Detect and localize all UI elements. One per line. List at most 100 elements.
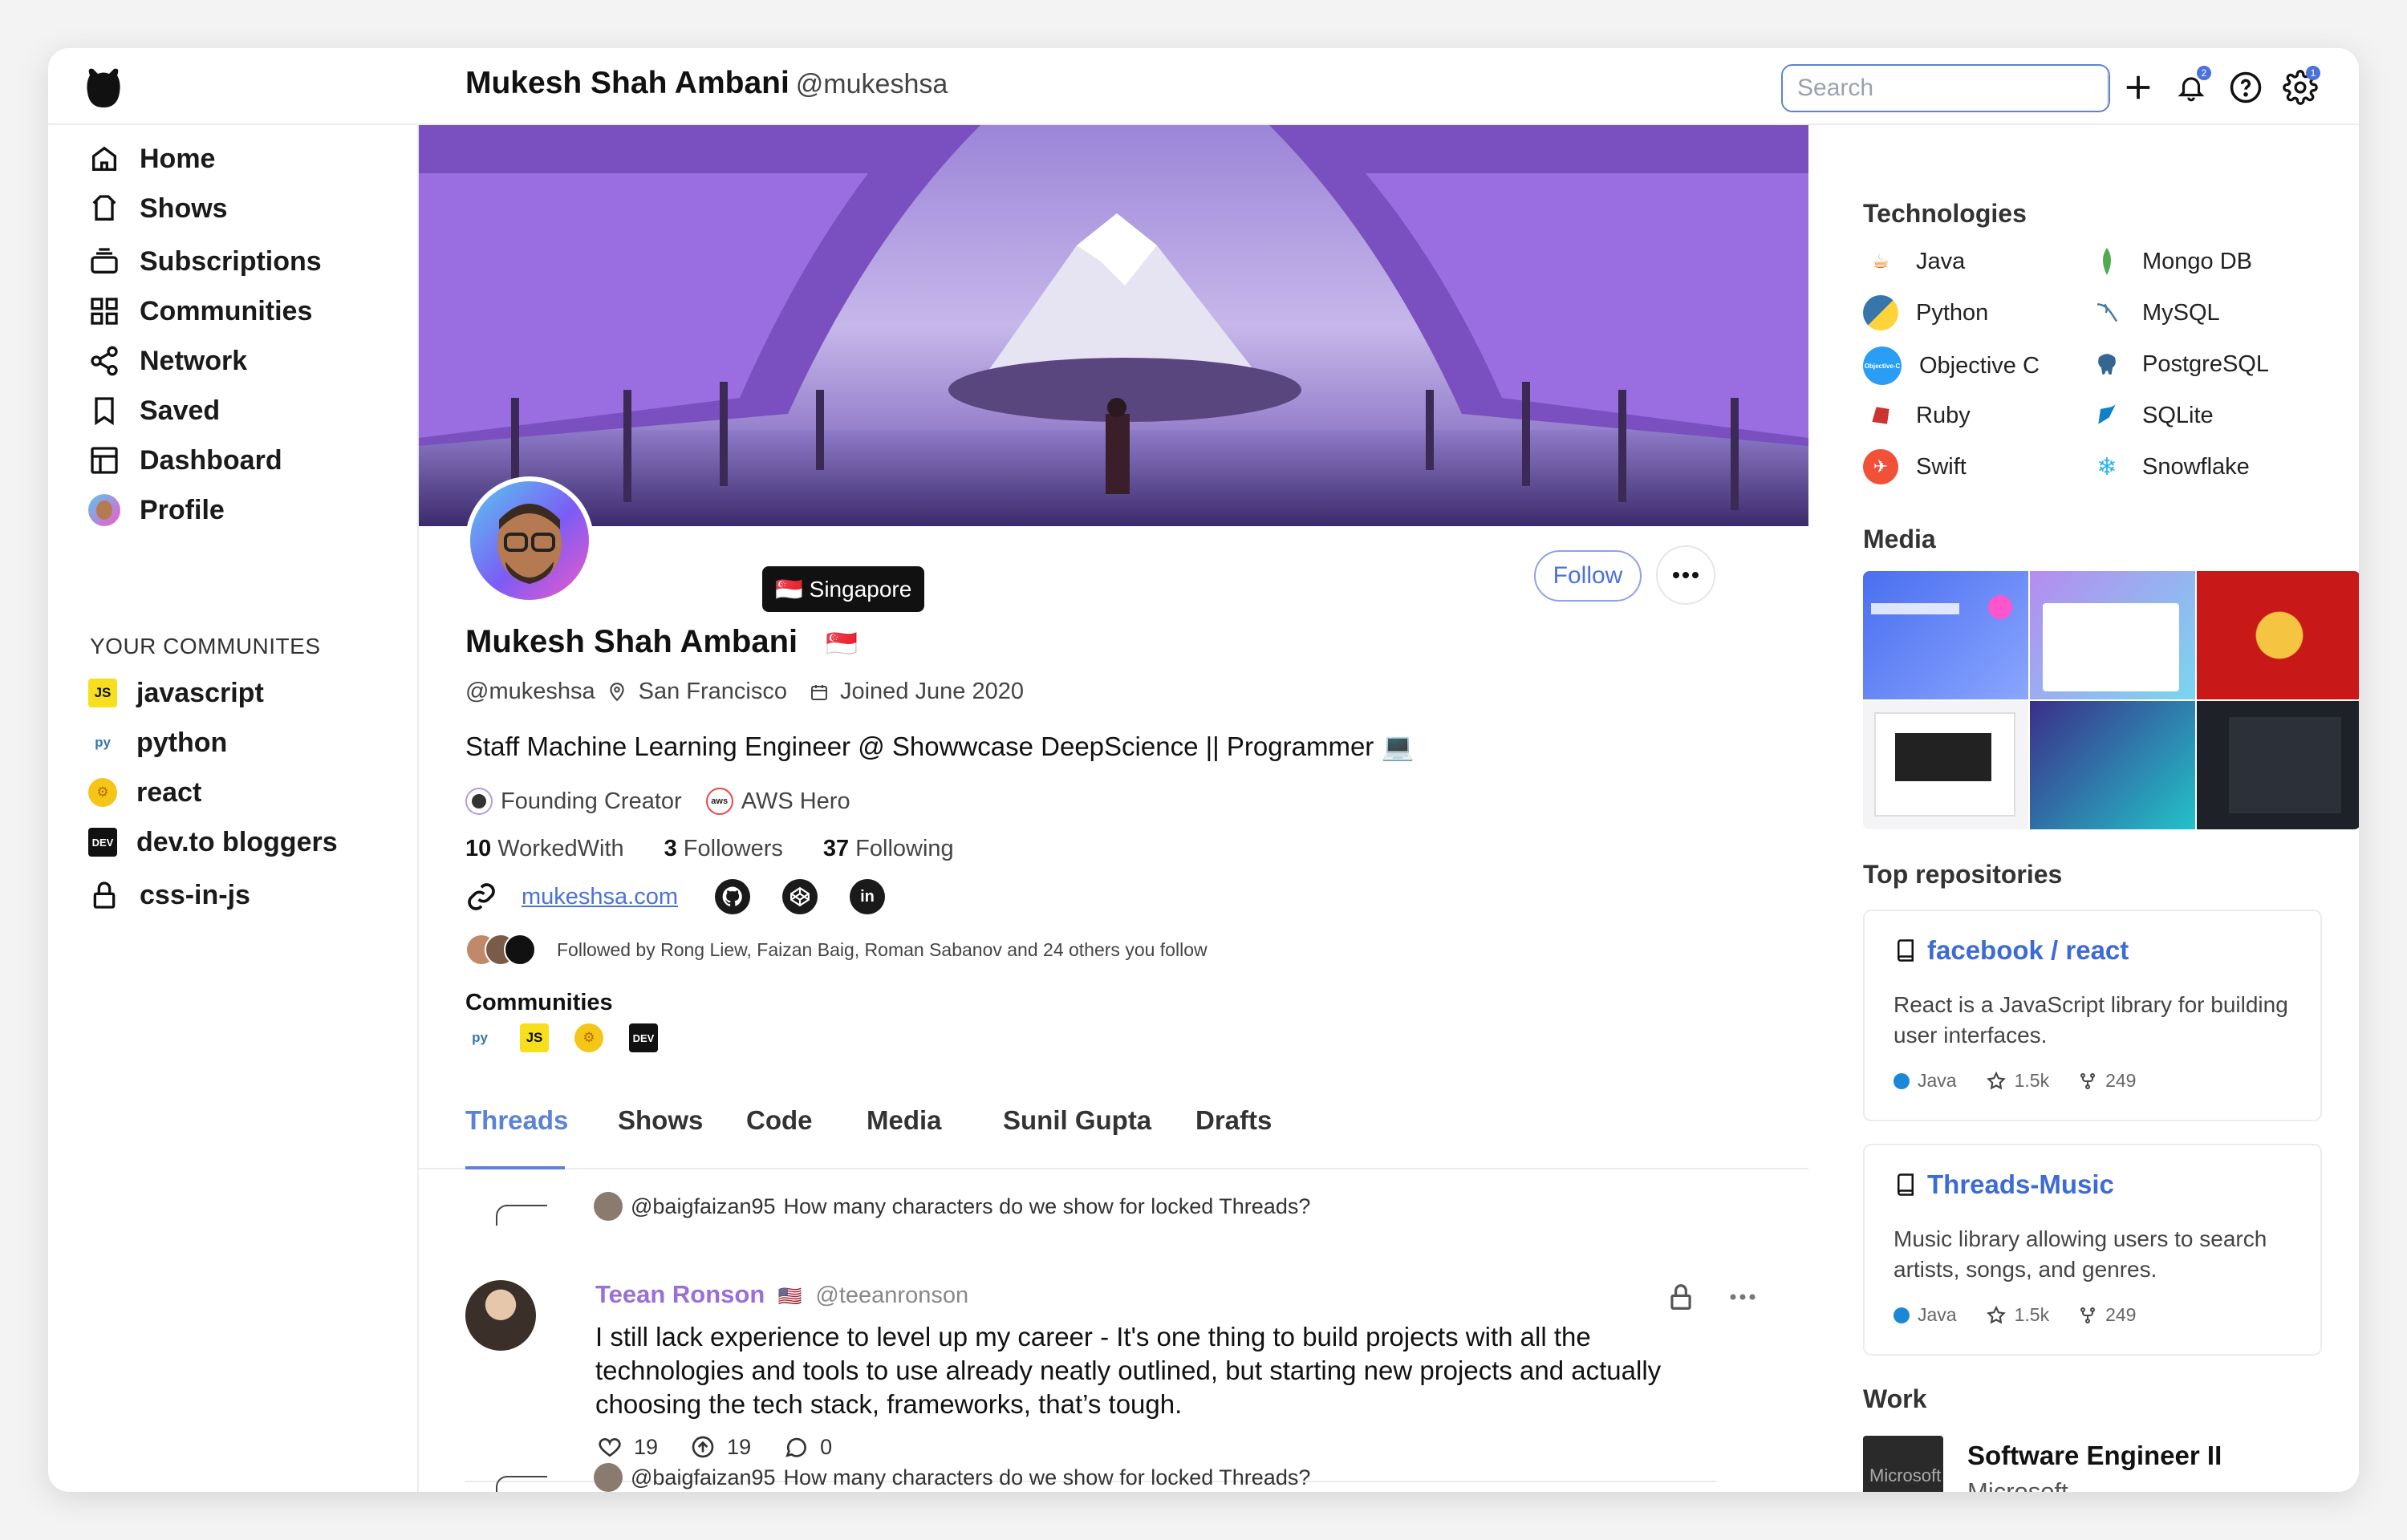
thread-actions: 19 19 0 <box>597 1434 832 1460</box>
repo-title[interactable]: facebook / react <box>1894 935 2129 966</box>
follow-button[interactable]: Follow <box>1534 550 1642 602</box>
comment-button[interactable]: 0 <box>783 1434 832 1460</box>
search-button[interactable] <box>2107 66 2109 111</box>
lock-icon <box>93 881 116 909</box>
js-icon[interactable]: JS <box>520 1023 549 1052</box>
repo-description: React is a JavaScript library for buildi… <box>1894 992 2288 1048</box>
comment-count: 0 <box>820 1434 833 1459</box>
sidebar-item-subscriptions[interactable]: Subscriptions <box>88 237 322 286</box>
repo-title[interactable]: Threads-Music <box>1894 1169 2114 1200</box>
sidebar-item-saved[interactable]: Saved <box>88 387 220 435</box>
sidebar-community-css-in-js[interactable]: css-in-js <box>88 871 250 919</box>
website-link[interactable]: mukeshsa.com <box>522 884 678 910</box>
media-thumbnail[interactable] <box>2197 701 2359 829</box>
media-thumbnail[interactable] <box>2030 571 2195 699</box>
stat-following[interactable]: 37 Following <box>823 836 954 862</box>
tech-swift[interactable]: ✈ Swift <box>1863 449 1967 484</box>
boost-button[interactable]: 19 <box>690 1434 751 1460</box>
showwcase-logo[interactable] <box>80 64 127 111</box>
react-icon[interactable]: ⚙ <box>574 1023 603 1052</box>
aws-hero-badge[interactable]: aws AWS Hero <box>705 788 850 815</box>
profile-handle: @mukeshsa <box>465 679 595 704</box>
repo-stars: 1.5k <box>1986 1304 2049 1326</box>
sidebar-item-profile[interactable]: Profile <box>88 486 225 534</box>
python-icon[interactable]: py <box>465 1023 494 1052</box>
founding-creator-badge[interactable]: Founding Creator <box>465 788 682 815</box>
notifications-button[interactable]: 2 <box>2170 66 2213 109</box>
profile-avatar-large[interactable] <box>465 476 594 605</box>
repo-stars-count: 1.5k <box>2014 1304 2050 1325</box>
profile-location: San Francisco <box>638 679 787 704</box>
tech-python[interactable]: Python <box>1863 295 1988 330</box>
follower-avatar[interactable] <box>504 934 536 966</box>
sidebar-item-home[interactable]: Home <box>88 135 215 183</box>
media-thumbnail[interactable] <box>2197 571 2359 699</box>
country-flag[interactable]: 🇸🇬 <box>826 629 858 658</box>
sidebar-item-communities[interactable]: Communities <box>88 287 312 335</box>
repo-icon <box>1898 1173 1914 1196</box>
linkedin-icon[interactable]: in <box>850 879 886 914</box>
help-button[interactable] <box>2224 66 2267 109</box>
repo-card[interactable]: Threads-Music Music library allowing use… <box>1863 1144 2322 1356</box>
codepen-icon[interactable] <box>782 879 818 914</box>
search-input[interactable] <box>1783 66 2107 111</box>
tech-snowflake[interactable]: ❄ Snowflake <box>2089 449 2250 484</box>
profile-communities: py JS ⚙ DEV <box>465 1023 658 1052</box>
sidebar-item-shows[interactable]: Shows <box>88 184 228 233</box>
create-button[interactable] <box>2117 66 2160 109</box>
ruby-icon <box>1863 398 1898 433</box>
media-thumbnail[interactable] <box>1863 701 2028 829</box>
sidebar-community-react[interactable]: ⚙ react <box>88 768 201 817</box>
tech-objective-c[interactable]: Objective-C Objective C <box>1863 346 2040 385</box>
tab-drafts[interactable]: Drafts <box>1195 1105 1272 1136</box>
sidebar-item-network[interactable]: Network <box>88 337 247 385</box>
tech-java[interactable]: ☕ Java <box>1863 244 1965 279</box>
sidebar-community-javascript[interactable]: JS javascript <box>88 669 264 717</box>
thread-more-icon[interactable] <box>1728 1293 1757 1301</box>
sidebar-community-label: dev.to bloggers <box>136 826 338 857</box>
sidebar-item-dashboard[interactable]: Dashboard <box>88 436 282 484</box>
settings-button[interactable]: 1 <box>2279 66 2322 109</box>
sidebar-community-label: python <box>136 727 228 758</box>
tab-media[interactable]: Media <box>867 1105 942 1136</box>
repo-card[interactable]: facebook / react React is a JavaScript l… <box>1863 910 2322 1121</box>
thread-context[interactable]: @baigfaizan95 How many characters do we … <box>594 1463 1310 1492</box>
like-button[interactable]: 19 <box>597 1434 658 1460</box>
thread-body[interactable]: I still lack experience to level up my c… <box>595 1320 1662 1421</box>
tech-mongodb[interactable]: Mongo DB <box>2089 244 2252 279</box>
media-thumbnail[interactable] <box>2030 701 2195 829</box>
home-icon <box>92 146 116 171</box>
tech-mysql[interactable]: MySQL <box>2089 295 2220 330</box>
tab-code[interactable]: Code <box>746 1105 813 1136</box>
tab-sunil-gupta[interactable]: Sunil Gupta <box>1003 1105 1151 1136</box>
followed-by-text[interactable]: Followed by Rong Liew, Faizan Baig, Roma… <box>557 939 1208 961</box>
devto-icon[interactable]: DEV <box>629 1023 658 1052</box>
repo-forks-count: 249 <box>2105 1304 2137 1325</box>
repo-stars: 1.5k <box>1986 1070 2049 1092</box>
thread-context[interactable]: @baigfaizan95 How many characters do we … <box>594 1192 1310 1221</box>
sidebar-community-python[interactable]: py python <box>88 719 227 767</box>
tab-shows[interactable]: Shows <box>618 1105 703 1136</box>
tooltip-flag: 🇸🇬 <box>775 577 803 602</box>
github-icon[interactable] <box>715 879 751 914</box>
python-icon: py <box>95 735 111 750</box>
tech-ruby[interactable]: Ruby <box>1863 398 1971 433</box>
language-dot-icon <box>1894 1072 1910 1089</box>
thread-author[interactable]: Teean Ronson 🇺🇸 @teeanronson <box>595 1280 968 1309</box>
thread-author-avatar[interactable] <box>465 1280 536 1351</box>
stat-workedwith[interactable]: 10 WorkedWith <box>465 836 624 862</box>
stat-followers[interactable]: 3 Followers <box>664 836 783 862</box>
dashboard-icon <box>91 447 118 474</box>
stat-label: Following <box>855 836 954 861</box>
sidebar-community-devto[interactable]: DEV dev.to bloggers <box>88 818 338 866</box>
work-item[interactable]: Microsoft Software Engineer II Microsoft <box>1863 1436 2222 1492</box>
media-thumbnail[interactable] <box>1863 571 2028 699</box>
repo-forks-count: 249 <box>2105 1070 2137 1091</box>
tech-postgresql[interactable]: PostgreSQL <box>2089 346 2269 382</box>
more-options-button[interactable] <box>1656 545 1715 605</box>
tech-label: Ruby <box>1916 402 1971 428</box>
objective-c-icon: Objective-C <box>1863 346 1902 385</box>
tab-threads[interactable]: Threads <box>465 1105 568 1136</box>
repo-meta: Java 1.5k 249 <box>1894 1304 2136 1326</box>
tech-sqlite[interactable]: SQLite <box>2089 398 2214 433</box>
